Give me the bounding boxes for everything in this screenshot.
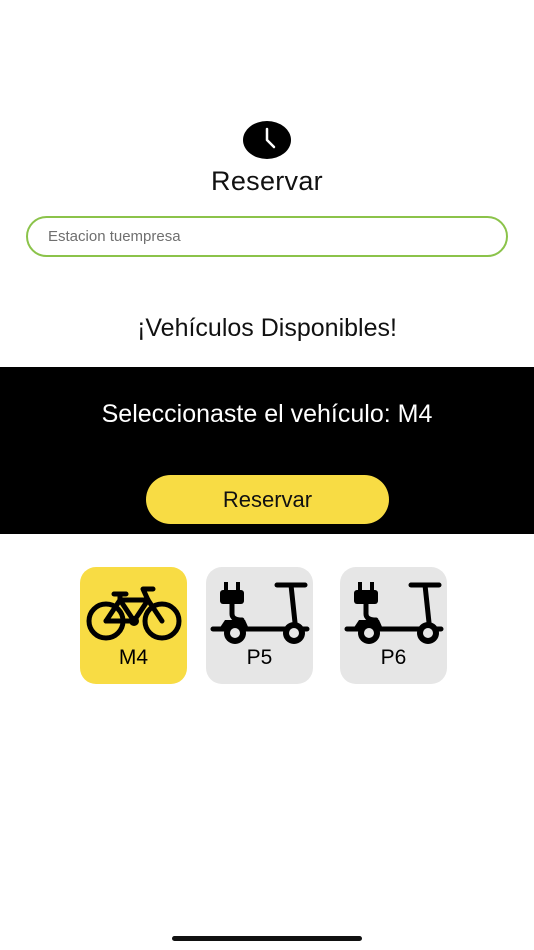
electric-scooter-icon <box>344 582 443 644</box>
vehicle-card-p6[interactable]: P6 <box>340 567 447 684</box>
selected-vehicle-text: Seleccionaste el vehículo: M4 <box>101 400 433 428</box>
station-search-input[interactable] <box>26 216 508 257</box>
header: Reservar <box>0 120 534 198</box>
home-indicator[interactable] <box>172 936 362 941</box>
selection-panel: Seleccionaste el vehículo: M4 Reservar <box>0 367 534 534</box>
page-title: Reservar <box>211 166 323 196</box>
vehicle-card-p5[interactable]: P5 <box>206 567 313 684</box>
vehicle-label: M4 <box>118 646 149 669</box>
electric-scooter-icon <box>210 582 309 644</box>
vehicle-card-m4[interactable]: M4 <box>80 567 187 684</box>
available-vehicles-heading: ¡Vehículos Disponibles! <box>137 314 397 342</box>
reserve-button[interactable]: Reservar <box>146 475 389 524</box>
bicycle-icon <box>86 586 181 641</box>
vehicle-label: P6 <box>380 646 407 669</box>
clock-icon <box>243 121 291 159</box>
vehicle-label: P5 <box>246 646 273 669</box>
